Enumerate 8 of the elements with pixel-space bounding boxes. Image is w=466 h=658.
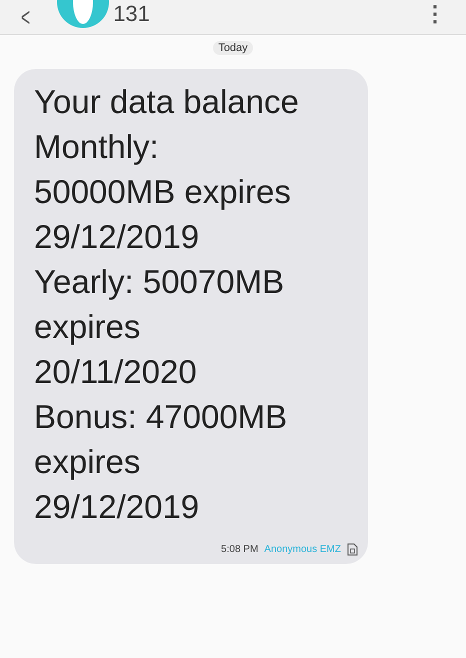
contact-name: 131 (113, 2, 150, 26)
menu-button[interactable]: ⋮ (424, 2, 446, 26)
message-time: 5:08 PM (221, 544, 258, 555)
message-text: Your data balance Monthly: 50000MB expires 29/12/2019 Yearly: 50070MB expires 20/11/2020 Bonus: 47000MB expires 29/12/2019 (34, 82, 300, 527)
back-button[interactable]: < (21, 0, 30, 34)
sim-card-icon (347, 543, 358, 556)
sim-label: Anonymous EMZ (264, 544, 341, 555)
date-chip: Today (213, 41, 253, 55)
